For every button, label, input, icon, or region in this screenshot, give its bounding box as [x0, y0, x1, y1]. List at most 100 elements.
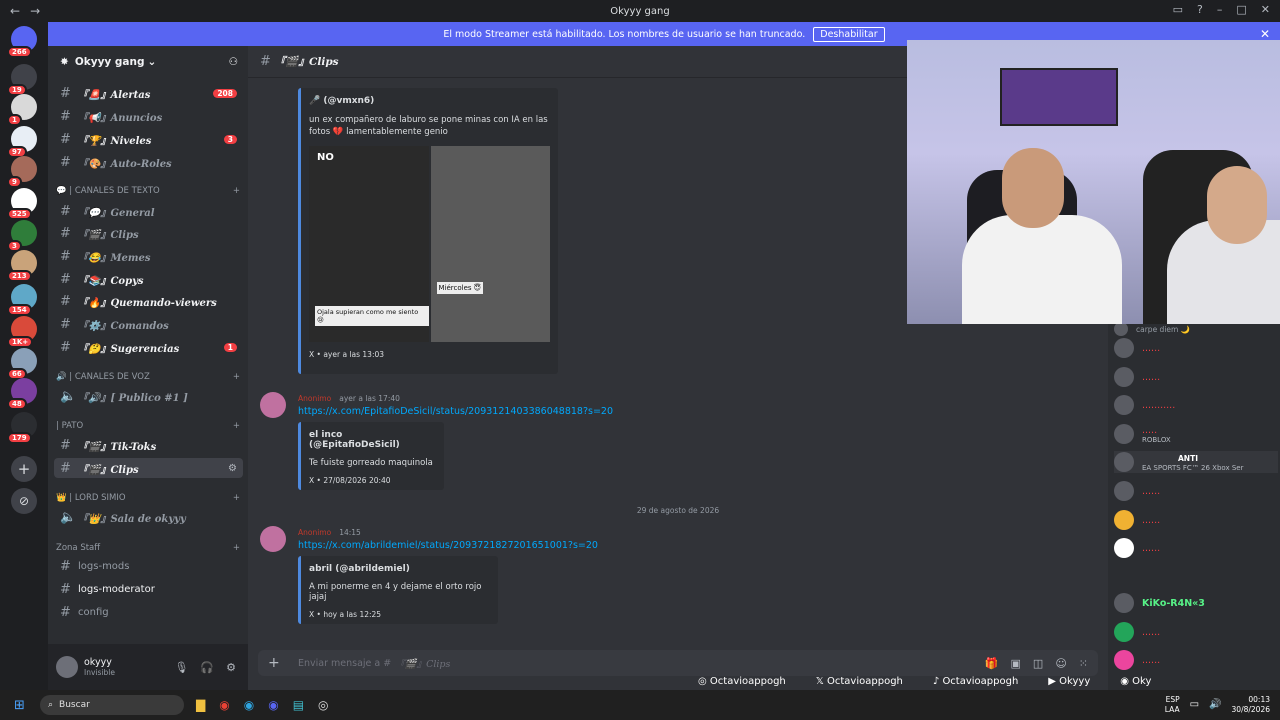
message-author[interactable]: Anonimo: [298, 528, 331, 537]
embed-author[interactable]: 🎤 (@vmxn6): [309, 96, 550, 106]
member-item[interactable]: ......: [1114, 337, 1278, 359]
gift-icon[interactable]: 🎁: [985, 657, 999, 670]
member-item[interactable]: ...........: [1114, 394, 1278, 416]
taskbar-search[interactable]: ⌕ Buscar: [40, 695, 184, 715]
minimize-icon[interactable]: –: [1217, 3, 1223, 16]
disable-streamer-button[interactable]: Deshabilitar: [813, 26, 885, 42]
gif-icon[interactable]: ▣: [1011, 657, 1021, 670]
edge-icon[interactable]: ◉: [244, 698, 254, 712]
discord-icon[interactable]: ◉: [268, 698, 278, 712]
channel-clips[interactable]: # 『🎬』Clips: [54, 223, 243, 243]
member-item[interactable]: ......: [1114, 509, 1278, 531]
message-link[interactable]: https://x.com/EpitafioDeSicil/status/209…: [298, 406, 613, 417]
channel-clips-active[interactable]: # 『🎬』Clips ⚙: [54, 458, 243, 478]
member-item[interactable]: ......: [1114, 621, 1278, 643]
close-icon[interactable]: ✕: [1260, 27, 1270, 41]
add-channel-icon[interactable]: +: [233, 543, 240, 553]
guild-header[interactable]: ✸ Okyyy gang ⌄ ⚇: [48, 46, 248, 78]
avatar[interactable]: [260, 392, 286, 418]
chevron-down-icon: ⌄: [147, 56, 157, 68]
category-pato[interactable]: | PATO +: [56, 421, 240, 431]
channel-quemando-viewers[interactable]: # 『🔥』Quemando-viewers: [54, 291, 243, 311]
tweet-image[interactable]: NO Ojala supieran como me siento 😢: [309, 146, 429, 342]
member-item[interactable]: ......: [1114, 649, 1278, 671]
category-voice-channels[interactable]: 🔊 | CANALES DE VOZ +: [56, 372, 240, 382]
add-attachment-icon[interactable]: +: [268, 655, 280, 671]
gear-icon[interactable]: ⚙: [226, 661, 236, 674]
channel-alertas[interactable]: # 『🚨』Alertas 208: [54, 83, 243, 103]
channel-memes[interactable]: # 『😂』Memes: [54, 246, 243, 266]
category-lord-simio[interactable]: 👑 | LORD SIMIO +: [56, 493, 240, 503]
sticker-icon[interactable]: ◫: [1033, 657, 1043, 670]
message-link[interactable]: https://x.com/abrildemiel/status/2093721…: [298, 540, 598, 551]
network-icon[interactable]: ▭: [1190, 700, 1199, 710]
emoji-icon[interactable]: ☺: [1055, 657, 1066, 670]
channel-general[interactable]: # 『💬』General: [54, 201, 243, 221]
close-window-icon[interactable]: ✕: [1261, 3, 1270, 16]
notepad-icon[interactable]: ▤: [293, 698, 304, 712]
channel-logs-moderator[interactable]: # logs-moderator: [54, 579, 243, 599]
headphones-icon[interactable]: 🎧: [200, 661, 214, 674]
channel-tik-toks[interactable]: # 『🎬』Tik-Toks: [54, 435, 243, 455]
help-icon[interactable]: ?: [1197, 3, 1203, 16]
channel-anuncios[interactable]: # 『📢』Anuncios: [54, 106, 243, 126]
category-text-channels[interactable]: 💬 | CANALES DE TEXTO +: [56, 186, 240, 196]
social-handle: Octavioappogh: [942, 676, 1019, 687]
settings-icon[interactable]: ⚙: [228, 463, 237, 474]
member-item[interactable]: ......: [1114, 366, 1278, 388]
add-channel-icon[interactable]: +: [233, 421, 240, 431]
maximize-icon[interactable]: □: [1236, 3, 1246, 16]
server-icon[interactable]: 97: [7, 126, 37, 158]
server-icon[interactable]: 213: [7, 250, 37, 282]
discover-icon[interactable]: ⊘: [11, 488, 37, 514]
server-icon[interactable]: 9: [7, 156, 37, 188]
embed-author[interactable]: abril (@abrildemiel): [309, 564, 490, 574]
message-author[interactable]: Anonimo: [298, 394, 331, 403]
voice-channel-sala[interactable]: 🔈 『👑』Sala de okyyy: [54, 507, 243, 527]
system-tray[interactable]: ESP LAA ▭ 🔊 00:13 30/8/2026: [1165, 695, 1270, 715]
home-button[interactable]: 266: [7, 26, 37, 58]
member-item[interactable]: ......: [1114, 537, 1278, 559]
inbox-icon[interactable]: ▭: [1173, 3, 1183, 16]
member-item[interactable]: KiKo-R4N«3: [1114, 592, 1278, 614]
voice-channel-publico[interactable]: 🔈 『🔊』[ Publico #1 ]: [54, 386, 243, 406]
server-icon[interactable]: 66: [7, 348, 37, 380]
add-channel-icon[interactable]: +: [233, 186, 240, 196]
server-folder[interactable]: 48: [7, 378, 37, 410]
channel-comandos[interactable]: # 『⚙️』Comandos: [54, 314, 243, 334]
add-server-icon[interactable]: +: [11, 456, 37, 482]
member-item[interactable]: ..... ROBLOX: [1114, 423, 1278, 445]
server-icon[interactable]: 1: [7, 94, 37, 126]
category-zona-staff[interactable]: Zona Staff +: [56, 543, 240, 553]
apps-icon[interactable]: ⁙: [1079, 657, 1088, 670]
windows-start-icon[interactable]: ⊞: [14, 698, 25, 713]
avatar[interactable]: [56, 656, 78, 678]
add-channel-icon[interactable]: +: [233, 372, 240, 382]
server-icon[interactable]: 3: [7, 220, 37, 252]
invite-icon[interactable]: ⚇: [229, 56, 238, 68]
embed-author[interactable]: el inco (@EpitafioDeSicil): [309, 430, 436, 450]
channel-logs-mods[interactable]: # logs-mods: [54, 556, 243, 576]
volume-icon[interactable]: 🔊: [1209, 700, 1221, 710]
mention-badge: 208: [213, 88, 237, 98]
channel-auto-roles[interactable]: # 『🎨』Auto-Roles: [54, 152, 243, 172]
obs-icon[interactable]: ◎: [318, 698, 328, 712]
server-icon[interactable]: 525: [7, 188, 37, 220]
tweet-image[interactable]: Miércoles 😇: [430, 146, 550, 342]
member-item[interactable]: ......: [1114, 480, 1278, 502]
channel-copys[interactable]: # 『📚』Copys: [54, 269, 243, 289]
microphone-icon[interactable]: 🎙: [174, 661, 188, 674]
server-icon[interactable]: 19: [7, 64, 37, 96]
server-icon[interactable]: 1K+: [7, 316, 37, 348]
add-channel-icon[interactable]: +: [233, 493, 240, 503]
file-explorer-icon[interactable]: ▇: [196, 698, 205, 712]
channel-sugerencias[interactable]: # 『🤔』Sugerencias 1: [54, 337, 243, 357]
avatar[interactable]: [260, 526, 286, 552]
message-input[interactable]: + Enviar mensaje a # 『🎬』Clips 🎁 ▣ ◫ ☺ ⁙: [258, 650, 1098, 676]
channel-config[interactable]: # config: [54, 602, 243, 622]
server-folder[interactable]: 179: [7, 412, 37, 444]
member-item[interactable]: ANTI EA SPORTS FC™ 26 Xbox Ser: [1114, 451, 1278, 473]
server-icon[interactable]: 154: [7, 284, 37, 316]
chrome-icon[interactable]: ◉: [219, 698, 229, 712]
channel-niveles[interactable]: # 『🏆』Niveles 3: [54, 129, 243, 149]
